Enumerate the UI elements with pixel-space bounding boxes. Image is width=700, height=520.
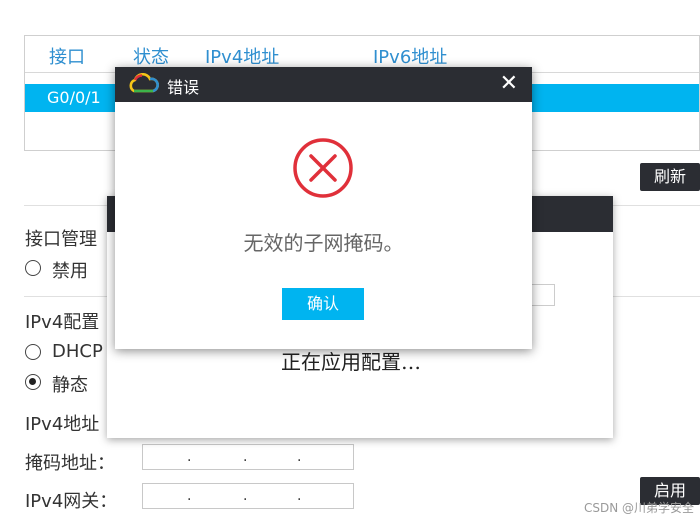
watermark: CSDN @川弟学安全 (583, 501, 694, 515)
mask-label: 掩码地址： (25, 453, 115, 474)
refresh-button[interactable]: 刷新 (640, 163, 700, 191)
ip-dot: . (243, 449, 248, 465)
column-header-ipv4[interactable]: IPv4地址 (205, 43, 279, 69)
partial-input-field[interactable] (531, 284, 555, 306)
dialog-title-bar: 错误 ✕ (115, 67, 532, 102)
subnet-mask-input[interactable]: . . . (142, 444, 354, 470)
disable-radio[interactable] (25, 260, 41, 276)
static-label: 静态 (52, 375, 88, 396)
applying-config-message: 正在应用配置… (281, 350, 421, 374)
cloud-logo-icon (127, 72, 159, 99)
column-header-interface[interactable]: 接口 (49, 43, 85, 69)
ipv4-address-label: IPv4地址 (25, 414, 100, 435)
error-x-icon (292, 137, 354, 203)
row-interface-name: G0/0/1 (47, 88, 101, 107)
static-radio[interactable] (25, 374, 41, 390)
ip-dot: . (187, 488, 192, 504)
column-header-ipv6[interactable]: IPv6地址 (373, 43, 447, 69)
confirm-button[interactable]: 确认 (282, 288, 364, 320)
gateway-label: IPv4网关： (25, 491, 118, 512)
error-message: 无效的子网掩码。 (243, 231, 404, 255)
error-dialog: 错误 ✕ 无效的子网掩码。 确认 (115, 67, 532, 349)
close-icon[interactable]: ✕ (500, 71, 518, 96)
dialog-title: 错误 (167, 78, 200, 97)
dhcp-radio[interactable] (25, 344, 41, 360)
gateway-input[interactable]: . . . (142, 483, 354, 509)
dhcp-label: DHCP (52, 341, 103, 362)
ip-dot: . (297, 449, 302, 465)
ipv4-config-label: IPv4配置 (25, 312, 100, 333)
column-header-status[interactable]: 状态 (133, 43, 169, 69)
ip-dot: . (297, 488, 302, 504)
interface-management-label: 接口管理 (25, 229, 97, 250)
ip-dot: . (187, 449, 192, 465)
disable-label: 禁用 (52, 261, 88, 282)
ip-dot: . (243, 488, 248, 504)
